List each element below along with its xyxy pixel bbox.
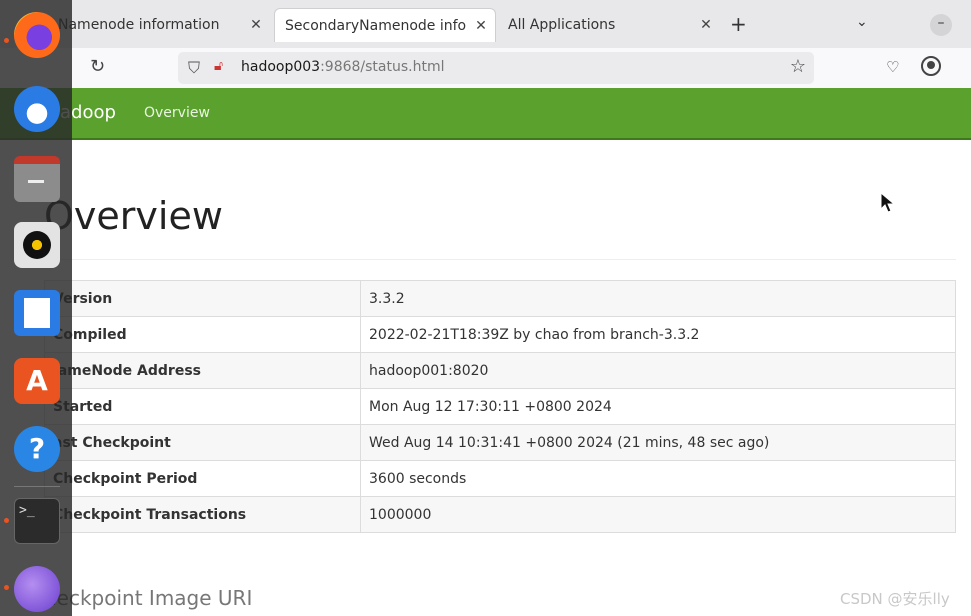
table-row: Compiled 2022-02-21T18:39Z by chao from … [44,316,956,353]
thunderbird-icon[interactable] [14,86,60,132]
url-path: :9868/status.html [320,59,445,75]
chevron-down-icon[interactable]: ⌄ [856,14,868,30]
software-center-icon[interactable]: A [14,358,60,404]
site-navbar: adoop Overview [0,88,971,140]
row-value: 1000000 [360,496,956,533]
row-key: Started [44,388,361,425]
dock-divider [14,486,60,487]
files-icon[interactable] [14,156,60,202]
terminal-icon[interactable]: >_ [14,498,60,544]
url-host: hadoop003 [241,59,321,75]
app-dock: A ? >_ [0,0,72,616]
tab-namenode-information[interactable]: Namenode information ✕ [48,8,270,42]
watermark: CSDN @安乐lly [840,590,950,608]
close-icon[interactable]: ✕ [242,17,270,33]
libreoffice-writer-icon[interactable] [14,290,60,336]
row-value: hadoop001:8020 [360,352,956,389]
divider [44,259,956,260]
row-key: lameNode Address [44,352,361,389]
close-icon[interactable]: ✕ [692,17,720,33]
table-row: Started Mon Aug 12 17:30:11 +0800 2024 [44,388,956,425]
reload-icon[interactable]: ↻ [90,56,105,77]
row-key: ast Checkpoint [44,424,361,461]
section-heading: heckpoint Image URI [44,586,253,610]
shield-icon[interactable]: ⛉ [188,58,200,78]
new-tab-icon[interactable]: + [730,12,747,36]
close-icon[interactable]: ✕ [467,18,495,34]
tab-label: All Applications [508,17,616,33]
bookmark-star-icon[interactable]: ☆ [790,56,806,77]
running-indicator [4,38,9,43]
table-row: ast Checkpoint Wed Aug 14 10:31:41 +0800… [44,424,956,461]
overview-table: Version 3.3.2 Compiled 2022-02-21T18:39Z… [44,280,956,533]
running-indicator [4,585,9,590]
row-value: Wed Aug 14 10:31:41 +0800 2024 (21 mins,… [360,424,956,461]
row-value: 3600 seconds [360,460,956,497]
insecure-lock-icon[interactable]: 🔓︎ [214,58,223,74]
address-bar[interactable]: ⛉ 🔓︎ hadoop003:9868/status.html ☆ [178,52,814,84]
tab-label: Namenode information [58,17,220,33]
row-key: Checkpoint Period [44,460,361,497]
row-key: Checkpoint Transactions [44,496,361,533]
url-text[interactable]: hadoop003:9868/status.html [241,59,445,75]
table-row: Checkpoint Transactions 1000000 [44,496,956,533]
account-icon[interactable] [921,56,941,76]
tab-label: SecondaryNamenode information [285,17,467,34]
help-icon[interactable]: ? [14,426,60,472]
pocket-icon[interactable]: ♡ [886,58,899,76]
table-row: Checkpoint Period 3600 seconds [44,460,956,497]
row-value: 3.3.2 [360,280,956,317]
show-apps-icon[interactable] [14,566,60,612]
firefox-icon[interactable] [14,12,60,58]
tab-secondarynamenode-information[interactable]: SecondaryNamenode information ✕ [274,8,496,42]
tab-bar: Namenode information ✕ SecondaryNamenode… [0,0,971,48]
row-value: 2022-02-21T18:39Z by chao from branch-3.… [360,316,956,353]
row-value: Mon Aug 12 17:30:11 +0800 2024 [360,388,956,425]
table-row: Version 3.3.2 [44,280,956,317]
minimize-button[interactable]: – [930,14,952,36]
table-row: lameNode Address hadoop001:8020 [44,352,956,389]
tab-all-applications[interactable]: All Applications ✕ [498,8,720,42]
navigation-toolbar: ↻ ⛉ 🔓︎ hadoop003:9868/status.html ☆ ♡ [0,48,971,88]
running-indicator [4,518,9,523]
nav-overview-link[interactable]: Overview [144,105,210,121]
rhythmbox-icon[interactable] [14,222,60,268]
row-key: Compiled [44,316,361,353]
row-key: Version [44,280,361,317]
